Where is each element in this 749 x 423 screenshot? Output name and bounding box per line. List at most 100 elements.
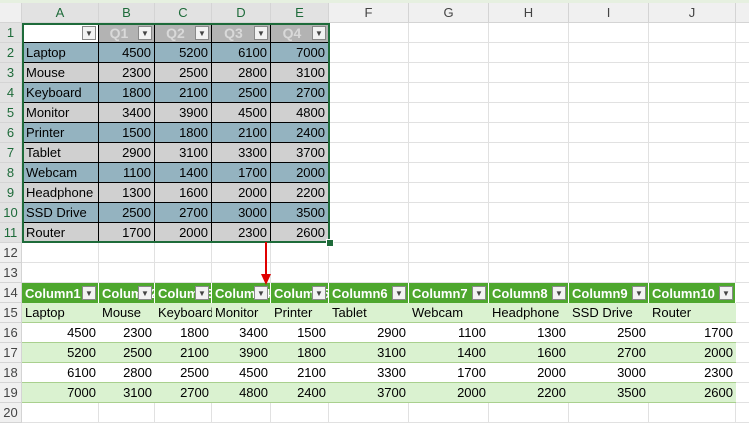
- grid-cell[interactable]: [409, 63, 489, 83]
- filter-dropdown-icon[interactable]: ▼: [254, 26, 268, 40]
- grid-cell[interactable]: [409, 83, 489, 103]
- table2-cell[interactable]: 2500: [569, 323, 649, 343]
- table2-cell[interactable]: 2100: [271, 363, 329, 383]
- grid-cell[interactable]: [649, 143, 736, 163]
- table2-cell[interactable]: 3700: [329, 383, 409, 403]
- grid-cell[interactable]: [569, 23, 649, 43]
- grid-cell[interactable]: [569, 403, 649, 423]
- table1-cell[interactable]: 2000: [271, 163, 329, 183]
- table2-cell[interactable]: 2300: [649, 363, 736, 383]
- grid-cell[interactable]: [569, 63, 649, 83]
- grid-cell[interactable]: [736, 323, 749, 343]
- row-header-7[interactable]: 7: [0, 143, 22, 163]
- table1-cell[interactable]: 3000: [212, 203, 271, 223]
- table1-cell[interactable]: 1500: [99, 123, 155, 143]
- table1-header-cell[interactable]: Q2 ▼: [155, 23, 212, 43]
- table1-cell[interactable]: Mouse: [22, 63, 99, 83]
- table1-cell[interactable]: 2200: [271, 183, 329, 203]
- table1-cell[interactable]: 3400: [99, 103, 155, 123]
- row-header-8[interactable]: 8: [0, 163, 22, 183]
- table2-cell[interactable]: 1300: [489, 323, 569, 343]
- grid-cell[interactable]: [649, 243, 736, 263]
- filter-dropdown-icon[interactable]: ▼: [472, 286, 486, 300]
- grid-cell[interactable]: [409, 123, 489, 143]
- grid-cell[interactable]: [569, 103, 649, 123]
- grid-cell[interactable]: [329, 183, 409, 203]
- column-header-E[interactable]: E: [271, 3, 329, 23]
- row-header-19[interactable]: 19: [0, 383, 22, 403]
- grid-cell[interactable]: [271, 263, 329, 283]
- filter-dropdown-icon[interactable]: ▼: [138, 286, 152, 300]
- table2-header-cell[interactable]: Column2 ▼: [99, 283, 155, 303]
- grid-cell[interactable]: [329, 103, 409, 123]
- grid-cell[interactable]: [489, 263, 569, 283]
- table2-cell[interactable]: 1700: [409, 363, 489, 383]
- filter-dropdown-icon[interactable]: ▼: [632, 286, 646, 300]
- grid-cell[interactable]: [409, 403, 489, 423]
- grid-cell[interactable]: [736, 103, 749, 123]
- row-header-12[interactable]: 12: [0, 243, 22, 263]
- grid-cell[interactable]: [329, 43, 409, 63]
- table2-cell[interactable]: 4500: [22, 323, 99, 343]
- grid-cell[interactable]: [271, 243, 329, 263]
- table2-cell[interactable]: 1500: [271, 323, 329, 343]
- table1-cell[interactable]: Laptop: [22, 43, 99, 63]
- table1-cell[interactable]: Webcam: [22, 163, 99, 183]
- table2-cell[interactable]: 1400: [409, 343, 489, 363]
- row-header-3[interactable]: 3: [0, 63, 22, 83]
- table2-cell[interactable]: 2600: [649, 383, 736, 403]
- grid-cell[interactable]: [736, 203, 749, 223]
- row-header-10[interactable]: 10: [0, 203, 22, 223]
- grid-cell[interactable]: [489, 403, 569, 423]
- grid-cell[interactable]: [409, 43, 489, 63]
- filter-dropdown-icon[interactable]: ▼: [719, 286, 733, 300]
- table2-cell[interactable]: 2900: [329, 323, 409, 343]
- grid-cell[interactable]: [99, 263, 155, 283]
- table2-cell[interactable]: 2000: [489, 363, 569, 383]
- filter-dropdown-icon[interactable]: ▼: [195, 26, 209, 40]
- grid-cell[interactable]: [736, 143, 749, 163]
- table1-cell[interactable]: 2500: [155, 63, 212, 83]
- grid-cell[interactable]: [489, 143, 569, 163]
- table1-cell[interactable]: Headphone: [22, 183, 99, 203]
- column-header-J[interactable]: J: [649, 3, 736, 23]
- table2-cell[interactable]: Headphone: [489, 303, 569, 323]
- table2-header-cell[interactable]: Column6 ▼: [329, 283, 409, 303]
- grid-cell[interactable]: [489, 63, 569, 83]
- table2-cell[interactable]: 2100: [155, 343, 212, 363]
- grid-cell[interactable]: [329, 243, 409, 263]
- grid-cell[interactable]: [736, 383, 749, 403]
- table2-cell[interactable]: 2400: [271, 383, 329, 403]
- table1-cell[interactable]: 2500: [212, 83, 271, 103]
- grid-cell[interactable]: [489, 223, 569, 243]
- table2-cell[interactable]: 4500: [212, 363, 271, 383]
- grid-cell[interactable]: [409, 203, 489, 223]
- grid-cell[interactable]: [489, 23, 569, 43]
- table1-cell[interactable]: 2600: [271, 223, 329, 243]
- row-header-16[interactable]: 16: [0, 323, 22, 343]
- table1-cell[interactable]: 2100: [155, 83, 212, 103]
- grid-cell[interactable]: [22, 263, 99, 283]
- table2-header-cell[interactable]: Column8 ▼: [489, 283, 569, 303]
- table1-cell[interactable]: Router: [22, 223, 99, 243]
- table1-cell[interactable]: 2700: [271, 83, 329, 103]
- table2-cell[interactable]: 3100: [329, 343, 409, 363]
- grid-cell[interactable]: [155, 243, 212, 263]
- grid-cell[interactable]: [409, 243, 489, 263]
- table1-cell[interactable]: 2700: [155, 203, 212, 223]
- grid-cell[interactable]: [736, 223, 749, 243]
- table1-header-cell[interactable]: Q1 ▼: [99, 23, 155, 43]
- grid-cell[interactable]: [489, 103, 569, 123]
- grid-cell[interactable]: [736, 283, 749, 303]
- table1-cell[interactable]: 3100: [155, 143, 212, 163]
- table1-cell[interactable]: 1400: [155, 163, 212, 183]
- table1-header-cell[interactable]: Q3 ▼: [212, 23, 271, 43]
- table2-cell[interactable]: Printer: [271, 303, 329, 323]
- table2-cell[interactable]: Webcam: [409, 303, 489, 323]
- table1-cell[interactable]: 2300: [99, 63, 155, 83]
- table1-cell[interactable]: 2100: [212, 123, 271, 143]
- grid-cell[interactable]: [489, 183, 569, 203]
- filter-dropdown-icon[interactable]: ▼: [82, 26, 96, 40]
- grid-cell[interactable]: [736, 343, 749, 363]
- table2-cell[interactable]: 3300: [329, 363, 409, 383]
